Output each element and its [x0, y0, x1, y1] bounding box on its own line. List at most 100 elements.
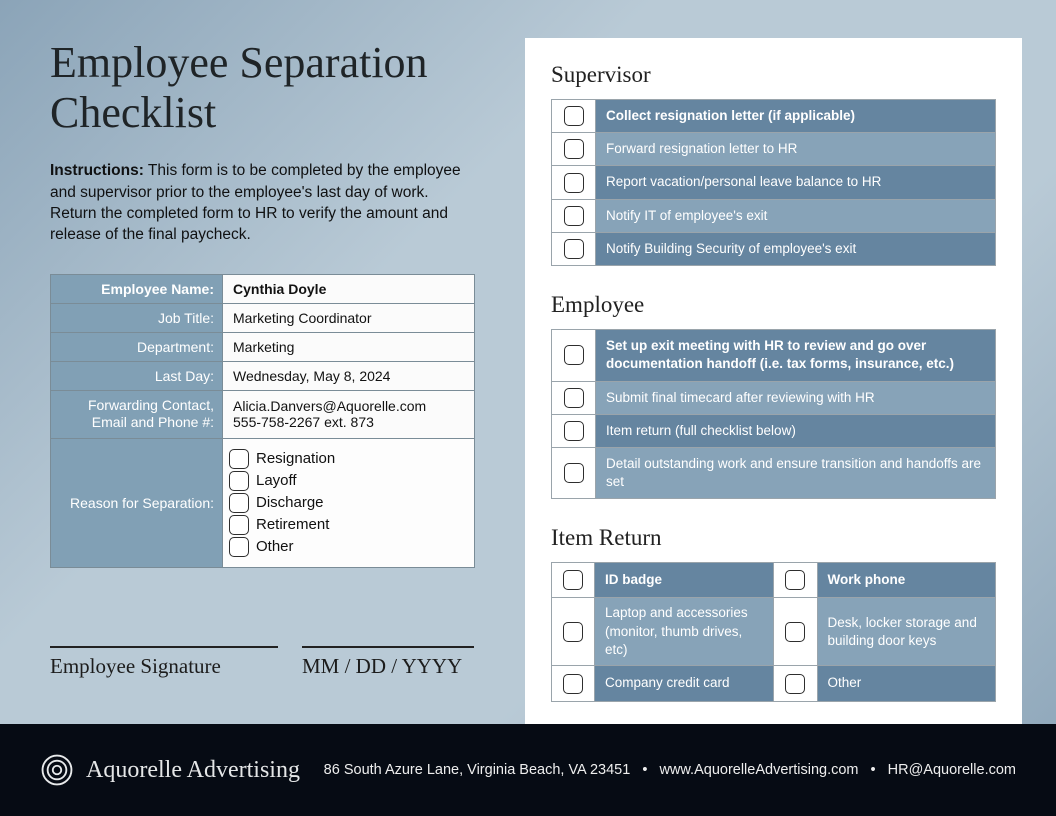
- item-return-grid: ID badge Work phone Laptop and accessories…: [551, 562, 996, 702]
- brand-name: Aquorelle Advertising: [86, 757, 300, 784]
- item-return-cell: Company credit card: [551, 666, 774, 702]
- item-return-text: Desk, locker storage and building door k…: [818, 598, 997, 666]
- checkbox[interactable]: [563, 570, 583, 590]
- reason-option: Retirement: [229, 515, 468, 535]
- signature-line[interactable]: [50, 646, 278, 648]
- checkbox[interactable]: [564, 173, 584, 193]
- checkbox-cell: [551, 329, 595, 381]
- footer-web: www.AquorelleAdvertising.com: [659, 762, 858, 778]
- left-column: Employee Separation Checklist Instructio…: [50, 38, 475, 726]
- reason-label: Other: [256, 538, 294, 555]
- footer: Aquorelle Advertising 86 South Azure Lan…: [0, 724, 1056, 816]
- item-return-text: Work phone: [818, 562, 997, 598]
- checkbox[interactable]: [785, 570, 805, 590]
- date-label: MM / DD / YYYY: [302, 654, 474, 679]
- checkbox-cell: [551, 233, 595, 266]
- info-label: Job Title:: [51, 303, 223, 332]
- footer-address: 86 South Azure Lane, Virginia Beach, VA …: [324, 762, 631, 778]
- info-value[interactable]: Alicia.Danvers@Aquorelle.com555-758-2267…: [223, 390, 475, 438]
- checklist-text: Submit final timecard after reviewing wi…: [595, 382, 996, 415]
- checklist-row: Notify Building Security of employee's e…: [551, 233, 996, 266]
- info-label: Employee Name:: [51, 274, 223, 303]
- supervisor-checklist: Collect resignation letter (if applicabl…: [551, 99, 996, 266]
- info-row: Employee Name:Cynthia Doyle: [51, 274, 475, 303]
- info-label: Department:: [51, 332, 223, 361]
- logo-icon: [40, 753, 74, 787]
- checklist-row: Collect resignation letter (if applicabl…: [551, 99, 996, 133]
- checkbox-cell: [551, 166, 595, 199]
- checkbox[interactable]: [564, 239, 584, 259]
- checkbox[interactable]: [229, 471, 249, 491]
- info-label: Forwarding Contact,Email and Phone #:: [51, 390, 223, 438]
- checklist-row: Notify IT of employee's exit: [551, 200, 996, 233]
- page-title: Employee Separation Checklist: [50, 38, 475, 138]
- checkbox[interactable]: [229, 493, 249, 513]
- checklist-text: Item return (full checklist below): [595, 415, 996, 448]
- right-panel: Supervisor Collect resignation letter (i…: [525, 38, 1022, 726]
- checkbox-cell: [551, 133, 595, 166]
- checkbox-cell: [551, 598, 595, 666]
- checklist-text: Set up exit meeting with HR to review an…: [595, 329, 996, 381]
- item-return-cell: Other: [774, 666, 997, 702]
- info-row: Reason for Separation:ResignationLayoffD…: [51, 438, 475, 567]
- checkbox[interactable]: [564, 345, 584, 365]
- footer-email: HR@Aquorelle.com: [888, 762, 1016, 778]
- instructions-label: Instructions:: [50, 162, 144, 179]
- item-return-heading: Item Return: [551, 525, 996, 551]
- checklist-row: Report vacation/personal leave balance t…: [551, 166, 996, 199]
- checkbox-cell: [551, 382, 595, 415]
- checkbox[interactable]: [564, 463, 584, 483]
- info-value[interactable]: Marketing Coordinator: [223, 303, 475, 332]
- footer-contact: 86 South Azure Lane, Virginia Beach, VA …: [324, 762, 1016, 778]
- supervisor-heading: Supervisor: [551, 62, 996, 88]
- info-value[interactable]: Marketing: [223, 332, 475, 361]
- info-value[interactable]: Wednesday, May 8, 2024: [223, 361, 475, 390]
- checkbox[interactable]: [563, 674, 583, 694]
- checkbox-cell: [551, 99, 595, 133]
- checkbox[interactable]: [785, 622, 805, 642]
- content-area: Employee Separation Checklist Instructio…: [0, 0, 1056, 726]
- item-return-text: Company credit card: [595, 666, 774, 702]
- reason-label: Discharge: [256, 494, 324, 511]
- signature-label: Employee Signature: [50, 654, 278, 679]
- checkbox[interactable]: [229, 537, 249, 557]
- reason-option: Other: [229, 537, 468, 557]
- item-return-cell: ID badge: [551, 562, 774, 598]
- signature-area: Employee Signature MM / DD / YYYY: [50, 646, 475, 679]
- checkbox-cell: [551, 448, 595, 499]
- date-line[interactable]: [302, 646, 474, 648]
- item-return-text: Other: [818, 666, 997, 702]
- reason-label: Retirement: [256, 516, 329, 533]
- checkbox[interactable]: [229, 449, 249, 469]
- separator-dot: •: [642, 762, 647, 778]
- info-value[interactable]: Cynthia Doyle: [223, 274, 475, 303]
- checkbox[interactable]: [229, 515, 249, 535]
- checkbox[interactable]: [563, 622, 583, 642]
- info-table: Employee Name:Cynthia DoyleJob Title:Mar…: [50, 274, 475, 568]
- checkbox-cell: [551, 200, 595, 233]
- separator-dot: •: [871, 762, 876, 778]
- checkbox-cell: [774, 562, 818, 598]
- checkbox[interactable]: [785, 674, 805, 694]
- checklist-text: Notify Building Security of employee's e…: [595, 233, 996, 266]
- checklist-row: Set up exit meeting with HR to review an…: [551, 329, 996, 381]
- checklist-text: Forward resignation letter to HR: [595, 133, 996, 166]
- checklist-row: Detail outstanding work and ensure trans…: [551, 448, 996, 499]
- page: Employee Separation Checklist Instructio…: [0, 0, 1056, 816]
- checkbox-cell: [551, 562, 595, 598]
- reason-option: Resignation: [229, 449, 468, 469]
- checkbox[interactable]: [564, 106, 584, 126]
- checkbox[interactable]: [564, 139, 584, 159]
- checkbox[interactable]: [564, 388, 584, 408]
- checkbox[interactable]: [564, 206, 584, 226]
- checkbox[interactable]: [564, 421, 584, 441]
- signature-date: MM / DD / YYYY: [302, 646, 474, 679]
- checklist-text: Notify IT of employee's exit: [595, 200, 996, 233]
- signature-employee: Employee Signature: [50, 646, 278, 679]
- checkbox-cell: [774, 666, 818, 702]
- item-return-cell: Laptop and accessories (monitor, thumb d…: [551, 598, 774, 666]
- item-return-text: Laptop and accessories (monitor, thumb d…: [595, 598, 774, 666]
- checkbox-cell: [551, 666, 595, 702]
- checkbox-cell: [774, 598, 818, 666]
- checklist-text: Collect resignation letter (if applicabl…: [595, 99, 996, 133]
